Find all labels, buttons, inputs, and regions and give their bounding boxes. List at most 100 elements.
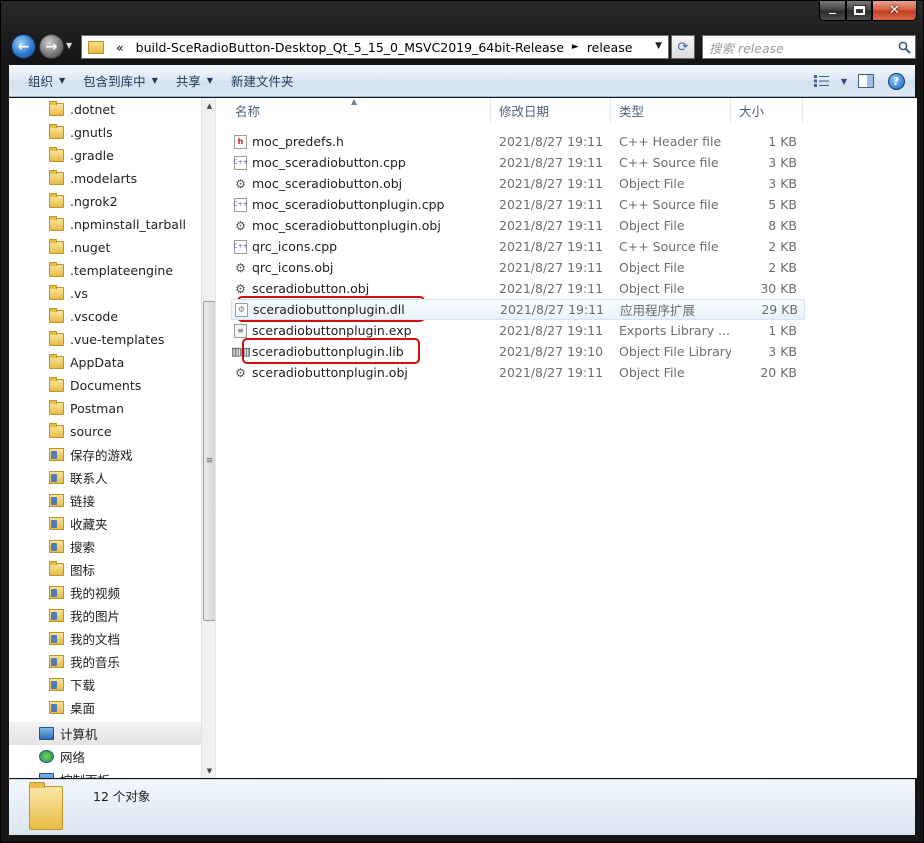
refresh-button[interactable]: ⟳ bbox=[671, 35, 695, 59]
nav-item-network[interactable]: 网络 bbox=[9, 745, 201, 768]
column-header-type[interactable]: 类型 bbox=[611, 98, 731, 123]
help-button[interactable]: ? bbox=[881, 69, 911, 93]
nav-item-label: 我的文档 bbox=[70, 632, 121, 647]
breadcrumb-release[interactable]: release bbox=[581, 40, 639, 55]
folder-icon bbox=[49, 561, 64, 576]
file-row[interactable]: C++ moc_sceradiobutton.cpp 2021/8/27 19:11… bbox=[231, 152, 805, 173]
new-folder-button[interactable]: 新建文件夹 bbox=[222, 71, 303, 90]
address-dropdown-icon[interactable]: ▼ bbox=[655, 41, 662, 51]
file-list[interactable]: 名称 ▲ 修改日期 类型 大小 h moc_predefs.h 2021/8/27 … bbox=[217, 97, 917, 778]
file-row[interactable]: h moc_predefs.h 2021/8/27 19:11 C++ Header … bbox=[231, 131, 805, 152]
view-options-dropdown[interactable]: ▼ bbox=[837, 69, 851, 93]
nav-item[interactable]: 我的文档 bbox=[9, 627, 201, 650]
maximize-button[interactable] bbox=[846, 1, 872, 21]
file-type: Object File bbox=[619, 260, 685, 275]
file-size: 2 KB bbox=[768, 260, 797, 275]
address-bar[interactable]: « build-SceRadioButton-Desktop_Qt_5_15_0… bbox=[81, 35, 669, 59]
file-row[interactable]: ⚙ qrc_icons.obj 2021/8/27 19:11 Object File… bbox=[231, 257, 805, 278]
close-button[interactable]: ✕ bbox=[872, 1, 917, 21]
nav-item[interactable]: .dotnet bbox=[9, 98, 201, 121]
minimize-button[interactable] bbox=[819, 1, 846, 21]
nav-item[interactable]: 搜索 bbox=[9, 535, 201, 558]
nav-item[interactable]: .vue-templates bbox=[9, 328, 201, 351]
nav-item-label: 图标 bbox=[70, 563, 96, 578]
navigation-pane[interactable]: ▲ ≡ ▼ .dotnet .gnutls .gradle .modelarts .ng… bbox=[9, 98, 216, 778]
folder-icon bbox=[49, 262, 64, 277]
file-size: 1 KB bbox=[768, 323, 797, 338]
back-button[interactable]: ← bbox=[11, 34, 36, 59]
nav-item[interactable]: Postman bbox=[9, 397, 201, 420]
file-size: 1 KB bbox=[768, 134, 797, 149]
column-header-size[interactable]: 大小 bbox=[731, 98, 803, 123]
nav-item[interactable]: 图标 bbox=[9, 558, 201, 581]
include-in-library-menu[interactable]: 包含到库中 ▼ bbox=[74, 71, 167, 90]
scroll-down-icon[interactable]: ▼ bbox=[202, 763, 215, 778]
organize-menu[interactable]: 组织 ▼ bbox=[19, 71, 74, 90]
nav-item-label: AppData bbox=[70, 355, 125, 370]
column-date-label: 修改日期 bbox=[499, 104, 550, 119]
file-row[interactable]: ⚙ moc_sceradiobutton.obj 2021/8/27 19:11 Ob… bbox=[231, 173, 805, 194]
change-view-button[interactable] bbox=[807, 69, 837, 93]
file-date: 2021/8/27 19:11 bbox=[499, 281, 604, 296]
forward-arrow-icon: → bbox=[45, 38, 58, 55]
file-size: 3 KB bbox=[768, 176, 797, 191]
file-row[interactable]: C++ qrc_icons.cpp 2021/8/27 19:11 C++ Sourc… bbox=[231, 236, 805, 257]
nav-item[interactable]: .vs bbox=[9, 282, 201, 305]
nav-item[interactable]: source bbox=[9, 420, 201, 443]
nav-item[interactable]: .templateengine bbox=[9, 259, 201, 282]
address-overflow[interactable]: « bbox=[110, 40, 130, 55]
obj-file-icon: ⚙ bbox=[235, 176, 246, 191]
searches-icon bbox=[49, 540, 64, 553]
file-row[interactable]: ≡ sceradiobuttonplugin.exp 2021/8/27 19:11… bbox=[231, 320, 805, 341]
column-header-date[interactable]: 修改日期 bbox=[491, 98, 611, 123]
file-row[interactable]: ⚙ moc_sceradiobuttonplugin.obj 2021/8/27 1… bbox=[231, 215, 805, 236]
recent-pages-dropdown[interactable]: ▼ bbox=[66, 41, 76, 50]
nav-item[interactable]: 保存的游戏 bbox=[9, 443, 201, 466]
videos-icon bbox=[49, 586, 64, 599]
scroll-thumb[interactable]: ≡ bbox=[203, 301, 215, 621]
file-type: Object File bbox=[619, 176, 685, 191]
file-name-cell: C++ moc_sceradiobutton.cpp bbox=[231, 155, 491, 170]
forward-button[interactable]: → bbox=[39, 34, 64, 59]
scroll-up-icon[interactable]: ▲ bbox=[202, 98, 215, 113]
file-row[interactable]: C++ moc_sceradiobuttonplugin.cpp 2021/8/27… bbox=[231, 194, 805, 215]
file-row[interactable]: ⚙ sceradiobuttonplugin.dll 2021/8/27 19:11… bbox=[231, 299, 805, 320]
preview-pane-button[interactable] bbox=[851, 69, 881, 93]
nav-item[interactable]: 链接 bbox=[9, 489, 201, 512]
nav-item[interactable]: .gradle bbox=[9, 144, 201, 167]
chevron-down-icon: ▼ bbox=[59, 76, 66, 85]
nav-item[interactable]: 我的视频 bbox=[9, 581, 201, 604]
breadcrumb-build-folder[interactable]: build-SceRadioButton-Desktop_Qt_5_15_0_M… bbox=[130, 40, 570, 55]
nav-item[interactable]: 下载 bbox=[9, 673, 201, 696]
nav-item[interactable]: .modelarts bbox=[9, 167, 201, 190]
nav-item[interactable]: 我的图片 bbox=[9, 604, 201, 627]
nav-item-label: .gradle bbox=[70, 148, 114, 163]
nav-item[interactable]: 我的音乐 bbox=[9, 650, 201, 673]
file-row[interactable]: ⚙ sceradiobutton.obj 2021/8/27 19:11 Object… bbox=[231, 278, 805, 299]
nav-item[interactable]: .gnutls bbox=[9, 121, 201, 144]
nav-item[interactable]: .npminstall_tarball bbox=[9, 213, 201, 236]
nav-scrollbar[interactable]: ▲ ≡ ▼ bbox=[201, 98, 215, 778]
nav-item[interactable]: 收藏夹 bbox=[9, 512, 201, 535]
nav-item[interactable]: 联系人 bbox=[9, 466, 201, 489]
file-row[interactable]: ⚙ sceradiobuttonplugin.obj 2021/8/27 19:11… bbox=[231, 362, 805, 383]
nav-item[interactable]: .vscode bbox=[9, 305, 201, 328]
share-menu[interactable]: 共享 ▼ bbox=[167, 71, 222, 90]
file-row[interactable]: ▥▥ sceradiobuttonplugin.lib 2021/8/27 19:1… bbox=[231, 341, 805, 362]
nav-item-label: .ngrok2 bbox=[70, 194, 118, 209]
favorites-icon bbox=[49, 517, 64, 530]
file-name: moc_sceradiobutton.obj bbox=[252, 176, 403, 191]
nav-item-control-panel[interactable]: 控制面板 bbox=[9, 768, 201, 778]
nav-item[interactable]: AppData bbox=[9, 351, 201, 374]
search-input[interactable]: 搜索 release bbox=[709, 38, 893, 57]
nav-item[interactable]: Documents bbox=[9, 374, 201, 397]
nav-item[interactable]: .nuget bbox=[9, 236, 201, 259]
nav-item[interactable]: .ngrok2 bbox=[9, 190, 201, 213]
file-size: 2 KB bbox=[768, 239, 797, 254]
nav-item[interactable]: 桌面 bbox=[9, 696, 201, 719]
breadcrumb-separator-icon[interactable]: ► bbox=[570, 42, 581, 52]
search-box[interactable]: 搜索 release bbox=[702, 35, 916, 59]
nav-item-computer[interactable]: 计算机 bbox=[9, 722, 201, 745]
column-header-name[interactable]: 名称 ▲ bbox=[217, 97, 491, 123]
search-icon[interactable] bbox=[893, 41, 915, 54]
